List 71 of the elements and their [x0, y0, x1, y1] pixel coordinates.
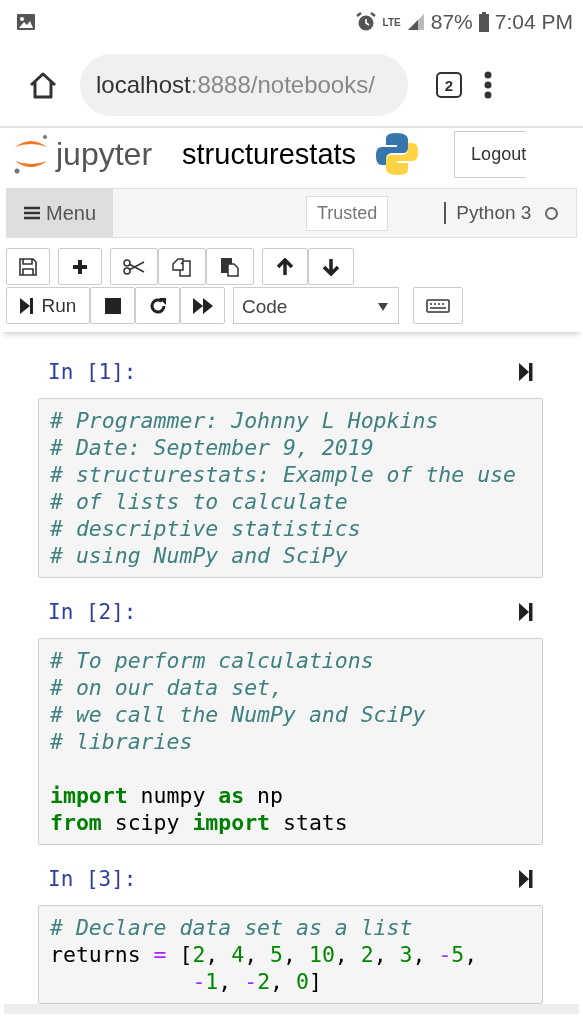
- battery-level: 87%: [430, 10, 473, 34]
- save-button[interactable]: [6, 248, 50, 285]
- image-icon: [16, 13, 36, 31]
- copy-button[interactable]: [158, 248, 206, 285]
- code-line: # descriptive statistics: [50, 515, 362, 542]
- plus-icon: [72, 258, 88, 275]
- code-editor[interactable]: # Programmer: Johnny L Hopkins # Date: September 9, 2019 # structurestats: Example of the use # of lists to calculate # descriptive statistics # using NumPy and SciPy: [38, 398, 543, 578]
- code-line: # structurestats: Example of the use: [50, 461, 517, 488]
- stop-icon: [104, 297, 121, 314]
- kernel-name: Python 3: [444, 202, 532, 224]
- more-menu-icon[interactable]: [484, 71, 492, 99]
- paste-icon: [220, 256, 240, 277]
- home-icon[interactable]: [28, 71, 58, 99]
- snake-logo-icon: [374, 131, 421, 177]
- add-cell-button[interactable]: [58, 248, 102, 285]
- code-editor[interactable]: # To perform calculations # on our data set, # we call the NumPy and SciPy # libraries import numpy as np from scipy import stats: [38, 638, 543, 845]
- arrow-up-icon: [276, 257, 294, 276]
- tab-count-button[interactable]: 2: [436, 72, 462, 98]
- clock-time: 7:04 PM: [494, 10, 573, 34]
- trusted-indicator[interactable]: Trusted: [306, 195, 389, 231]
- stop-button[interactable]: [90, 287, 135, 324]
- battery-icon: [478, 12, 489, 32]
- keyboard-icon: [426, 298, 450, 313]
- save-icon: [19, 257, 37, 276]
- cell-prompt: In [1]:: [48, 360, 137, 384]
- code-line: -1, -2, 0]: [191, 968, 323, 995]
- cell-type-dropdown[interactable]: Code: [233, 287, 399, 324]
- cell-prompt: In [3]:: [48, 867, 137, 891]
- code-line: from scipy import stats: [50, 809, 349, 836]
- alarm-icon: [354, 11, 377, 33]
- code-line: import numpy as np: [50, 782, 284, 809]
- keyboard-button[interactable]: [413, 287, 463, 324]
- move-down-button[interactable]: [308, 248, 354, 285]
- step-forward-icon: [19, 297, 34, 314]
- logo-icon: [12, 133, 50, 175]
- signal-icon: [406, 13, 425, 31]
- run-cell-icon[interactable]: [519, 870, 533, 888]
- run-button[interactable]: Run: [6, 287, 90, 324]
- logo-text: jupyter: [56, 135, 153, 173]
- code-editor[interactable]: # Declare data set as a list returns = [2, 4, 5, 10, 2, 3, -5, -1, -2, 0]: [38, 905, 543, 1004]
- cut-button[interactable]: [110, 248, 158, 285]
- fast-forward-icon: [192, 297, 213, 314]
- run-cell-icon[interactable]: [519, 363, 533, 381]
- logout-button[interactable]: Logout: [454, 130, 527, 178]
- restart-button[interactable]: [135, 287, 180, 324]
- horizontal-scrollbar[interactable]: [4, 1004, 579, 1014]
- run-cell-icon[interactable]: [519, 603, 533, 621]
- notebook-name[interactable]: structurestats: [182, 137, 357, 171]
- move-up-button[interactable]: [262, 248, 308, 285]
- code-line: # of lists to calculate: [50, 488, 349, 515]
- copy-icon: [172, 256, 192, 277]
- code-line: returns = [2, 4, 5, 10, 2, 3, -5,: [50, 941, 479, 968]
- menu-button[interactable]: Menu: [7, 189, 113, 237]
- menu-icon: [24, 206, 40, 220]
- network-label: LTE: [382, 16, 401, 28]
- code-line: # we call the NumPy and SciPy: [50, 701, 427, 728]
- code-line: # using NumPy and SciPy: [50, 542, 349, 569]
- scissors-icon: [123, 258, 145, 275]
- code-line: # Declare data set as a list: [50, 914, 414, 941]
- code-line: # libraries: [50, 728, 194, 755]
- fast-forward-button[interactable]: [180, 287, 225, 324]
- code-line: # on our data set,: [50, 674, 284, 701]
- arrow-down-icon: [322, 257, 340, 276]
- paste-button[interactable]: [206, 248, 254, 285]
- restart-icon: [148, 296, 167, 315]
- code-line: # To perform calculations: [50, 647, 375, 674]
- caret-icon: [378, 302, 388, 311]
- code-line: # Programmer: Johnny L Hopkins: [50, 407, 440, 434]
- code-line: # Date: September 9, 2019: [50, 434, 375, 461]
- cell-prompt: In [2]:: [48, 600, 137, 624]
- url-field[interactable]: localhost:8888/notebooks/: [80, 54, 408, 116]
